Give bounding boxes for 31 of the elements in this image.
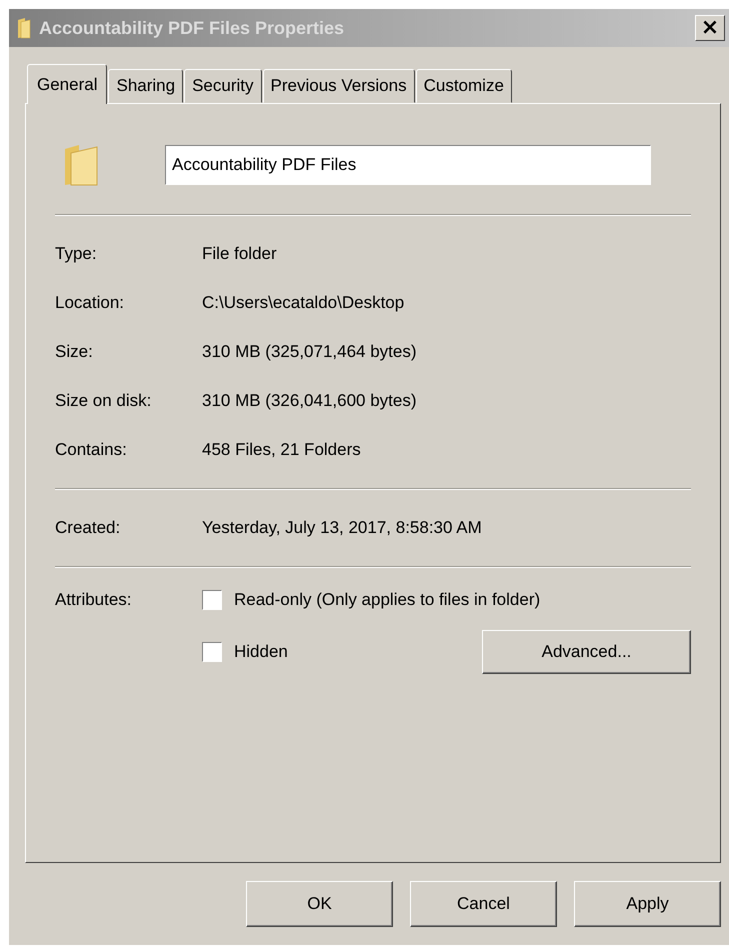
tab[interactable]: General: [27, 64, 108, 104]
advanced-button[interactable]: Advanced...: [482, 630, 691, 674]
name-field[interactable]: Accountability PDF Files: [165, 145, 651, 185]
checkbox[interactable]: [202, 590, 222, 610]
checkbox-label[interactable]: Read-only (Only applies to files in folder): [234, 590, 540, 610]
window-title: Accountability PDF Files Properties: [39, 18, 346, 38]
dialog-button[interactable]: OK: [246, 881, 393, 927]
tab[interactable]: Previous Versions: [262, 69, 415, 103]
tab[interactable]: Security: [184, 69, 262, 103]
property-value: 310 MB (326,041,600 bytes): [202, 390, 418, 412]
property-value: 458 Files, 21 Folders: [202, 439, 362, 461]
folder-icon: [17, 17, 31, 39]
folder-icon: [63, 143, 99, 187]
property-label: Contains:: [55, 439, 128, 461]
checkbox[interactable]: [202, 642, 222, 662]
property-value: File folder: [202, 243, 278, 265]
tab[interactable]: Sharing: [108, 69, 184, 103]
attributes-label: Attributes:: [55, 590, 133, 611]
close-button[interactable]: ×: [695, 15, 725, 41]
property-label: Location:: [55, 292, 125, 314]
dialog-button[interactable]: Cancel: [410, 881, 557, 927]
property-label: Created:: [55, 517, 122, 539]
property-label: Size:: [55, 341, 94, 363]
property-value: C:\Users\ecataldo\Desktop: [202, 292, 406, 314]
tab[interactable]: Customize: [416, 69, 512, 103]
property-value: Yesterday, July 13, 2017, 8:58:30 AM: [202, 517, 483, 539]
property-value: 310 MB (325,071,464 bytes): [202, 341, 418, 363]
dialog-button[interactable]: Apply: [574, 881, 721, 927]
property-label: Type:: [55, 243, 98, 265]
checkbox-label[interactable]: Hidden: [234, 642, 288, 662]
property-label: Size on disk:: [55, 390, 152, 412]
